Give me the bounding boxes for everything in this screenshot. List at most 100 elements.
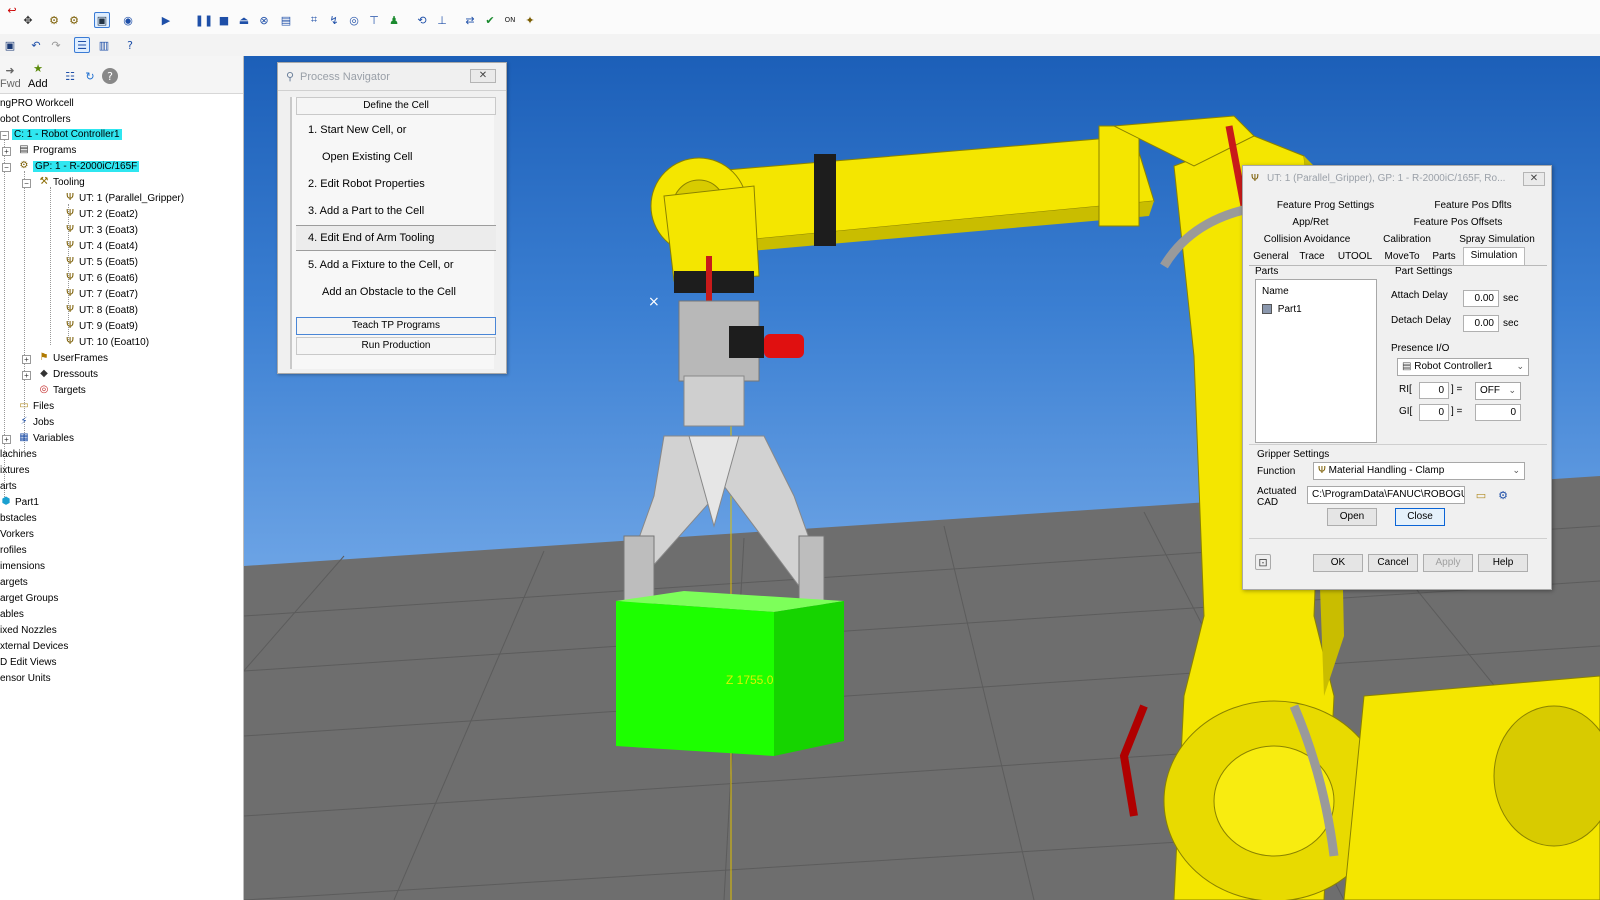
tab-feature-pos-offsets[interactable]: Feature Pos Offsets bbox=[1373, 215, 1543, 231]
step-add-part[interactable]: 3. Add a Part to the Cell bbox=[308, 205, 424, 217]
panel-icon[interactable]: ▤ bbox=[278, 12, 294, 28]
tree-options-icon[interactable]: ☷ bbox=[62, 68, 78, 84]
tree-workers[interactable]: Vorkers bbox=[0, 527, 34, 542]
expand-icon[interactable]: + bbox=[22, 371, 31, 380]
close-icon[interactable]: ✕ bbox=[470, 69, 496, 83]
tree-parts[interactable]: arts bbox=[0, 479, 17, 494]
parts-list-item[interactable]: Part1 bbox=[1262, 304, 1302, 315]
tree-dressouts[interactable]: ◆ Dressouts bbox=[38, 367, 98, 382]
teach-tp-programs-button[interactable]: Teach TP Programs bbox=[296, 317, 496, 335]
tree-profiles[interactable]: rofiles bbox=[0, 543, 27, 558]
measure-icon[interactable]: ⊥ bbox=[434, 12, 450, 28]
tree-targets[interactable]: ◎ Targets bbox=[38, 383, 86, 398]
step-open-existing-cell[interactable]: Open Existing Cell bbox=[322, 151, 413, 163]
measure-target-icon[interactable]: ◎ bbox=[346, 12, 362, 28]
tree-programs[interactable]: ▤ Programs bbox=[18, 143, 76, 158]
ri-value-select[interactable]: OFF ⌄ bbox=[1475, 382, 1521, 400]
tree-tool-item[interactable]: Ψ UT: 1 (Parallel_Gripper) bbox=[64, 191, 184, 206]
process-navigator-titlebar[interactable]: ⚲ Process Navigator ✕ bbox=[278, 63, 506, 91]
redo-icon[interactable]: ↷ bbox=[48, 37, 64, 53]
ok-button[interactable]: OK bbox=[1313, 554, 1363, 572]
tab-feature-prog-settings[interactable]: Feature Prog Settings bbox=[1253, 198, 1398, 214]
expand-icon[interactable]: + bbox=[22, 355, 31, 364]
actuated-cad-path-field[interactable]: C:\ProgramData\FANUC\ROBOGUID bbox=[1307, 486, 1465, 504]
tree-obstacles[interactable]: bstacles bbox=[0, 511, 37, 526]
tree-3d-edit-views[interactable]: D Edit Views bbox=[0, 655, 57, 670]
cancel-button[interactable]: Cancel bbox=[1368, 554, 1418, 572]
tree-tool-item[interactable]: Ψ UT: 2 (Eoat2) bbox=[64, 207, 138, 222]
tree-target-groups[interactable]: arget Groups bbox=[0, 591, 58, 606]
attach-delay-field[interactable]: 0.00 bbox=[1463, 290, 1499, 307]
close-gripper-button[interactable]: Close bbox=[1395, 508, 1445, 526]
select-icon[interactable]: ▣ bbox=[94, 12, 110, 28]
tree-fixtures[interactable]: ixtures bbox=[0, 463, 29, 478]
tree-sensor-units[interactable]: ensor Units bbox=[0, 671, 51, 686]
tree-jobs[interactable]: ⚡ Jobs bbox=[18, 415, 54, 430]
tree-workcell[interactable]: ngPRO Workcell bbox=[0, 96, 74, 111]
tree-variables[interactable]: ▦ Variables bbox=[18, 431, 74, 446]
tree-view-icon[interactable]: ☰ bbox=[74, 37, 90, 53]
tree-tool-item[interactable]: Ψ UT: 7 (Eoat7) bbox=[64, 287, 138, 302]
tree-tool-item[interactable]: Ψ UT: 10 (Eoat10) bbox=[64, 335, 149, 350]
undo-icon[interactable]: ↶ bbox=[28, 37, 44, 53]
teach-icon[interactable]: ⟲ bbox=[414, 12, 430, 28]
tool-icon[interactable]: ✦ bbox=[522, 12, 538, 28]
expand-icon[interactable]: + bbox=[2, 147, 11, 156]
tree-tooling[interactable]: ⚒ Tooling bbox=[38, 175, 85, 190]
define-cell-button[interactable]: Define the Cell bbox=[296, 97, 496, 115]
folder-open-icon[interactable]: ▭ bbox=[1473, 487, 1489, 503]
tree-tables[interactable]: ables bbox=[0, 607, 24, 622]
tree-tool-item[interactable]: Ψ UT: 8 (Eoat8) bbox=[64, 303, 138, 318]
fwd-label[interactable]: Fwd bbox=[0, 78, 21, 90]
utool-dialog-titlebar[interactable]: Ψ UT: 1 (Parallel_Gripper), GP: 1 - R-20… bbox=[1243, 166, 1551, 192]
tree-tool-item[interactable]: Ψ UT: 9 (Eoat9) bbox=[64, 319, 138, 334]
step-edit-end-of-arm-tooling[interactable]: 4. Edit End of Arm Tooling bbox=[308, 232, 434, 244]
frame-icon[interactable]: ⌗ bbox=[306, 12, 322, 28]
tree-group[interactable]: ⚙ GP: 1 - R-2000iC/165F bbox=[18, 159, 140, 174]
arrow-icon[interactable]: ↩ bbox=[4, 2, 20, 18]
tree-files[interactable]: ▭ Files bbox=[18, 399, 54, 414]
person-icon[interactable]: ♟ bbox=[386, 12, 402, 28]
tab-utool[interactable]: UTOOL bbox=[1333, 249, 1377, 265]
collapse-icon[interactable]: − bbox=[2, 163, 11, 172]
tab-feature-pos-dflts[interactable]: Feature Pos Dflts bbox=[1403, 198, 1543, 214]
io-icon[interactable]: ⇄ bbox=[462, 12, 478, 28]
collapse-icon[interactable]: − bbox=[22, 179, 31, 188]
run-production-button[interactable]: Run Production bbox=[296, 337, 496, 355]
eject-icon[interactable]: ⏏ bbox=[236, 12, 252, 28]
add-star-icon[interactable]: ★ bbox=[30, 60, 46, 76]
expand-icon[interactable]: + bbox=[2, 435, 11, 444]
tree-tool-item[interactable]: Ψ UT: 3 (Eoat3) bbox=[64, 223, 138, 238]
check-icon[interactable]: ✔ bbox=[482, 12, 498, 28]
online-icon[interactable]: ON bbox=[502, 12, 518, 28]
step-edit-robot-properties[interactable]: 2. Edit Robot Properties bbox=[308, 178, 425, 190]
sign-icon[interactable]: ⊤ bbox=[366, 12, 382, 28]
tree-tool-item[interactable]: Ψ UT: 4 (Eoat4) bbox=[64, 239, 138, 254]
tab-app-ret[interactable]: App/Ret bbox=[1253, 215, 1368, 231]
detach-delay-field[interactable]: 0.00 bbox=[1463, 315, 1499, 332]
tree-tool-item[interactable]: Ψ UT: 6 (Eoat6) bbox=[64, 271, 138, 286]
tree-external-devices[interactable]: xternal Devices bbox=[0, 639, 68, 654]
help-button[interactable]: Help bbox=[1478, 554, 1528, 572]
move-icon[interactable]: ✥ bbox=[20, 12, 36, 28]
refresh-icon[interactable]: ↻ bbox=[82, 68, 98, 84]
tree-controller[interactable]: C: 1 - Robot Controller1 bbox=[12, 127, 122, 142]
tab-parts[interactable]: Parts bbox=[1427, 249, 1461, 265]
tree-machines[interactable]: lachines bbox=[0, 447, 37, 462]
cad-import-icon[interactable]: ⚙ bbox=[1495, 487, 1511, 503]
tree-targets-top[interactable]: argets bbox=[0, 575, 28, 590]
tab-simulation[interactable]: Simulation bbox=[1463, 247, 1525, 266]
robot-group-icon[interactable]: ⚙ bbox=[66, 12, 82, 28]
tab-trace[interactable]: Trace bbox=[1293, 249, 1331, 265]
close-icon[interactable]: ✕ bbox=[1523, 172, 1545, 186]
step-add-fixture[interactable]: 5. Add a Fixture to the Cell, or bbox=[308, 259, 454, 271]
tree-robot-controllers[interactable]: obot Controllers bbox=[0, 112, 71, 127]
gi-index-field[interactable]: 0 bbox=[1419, 404, 1449, 421]
collapse-icon[interactable]: − bbox=[0, 131, 9, 140]
chart-icon[interactable]: ▥ bbox=[96, 37, 112, 53]
help-circle-icon[interactable]: ? bbox=[102, 68, 118, 84]
tree-userframes[interactable]: ⚑ UserFrames bbox=[38, 351, 109, 366]
tree-fixed-nozzles[interactable]: ixed Nozzles bbox=[0, 623, 57, 638]
play-icon[interactable]: ▶ bbox=[158, 12, 174, 28]
tab-general[interactable]: General bbox=[1251, 249, 1291, 265]
